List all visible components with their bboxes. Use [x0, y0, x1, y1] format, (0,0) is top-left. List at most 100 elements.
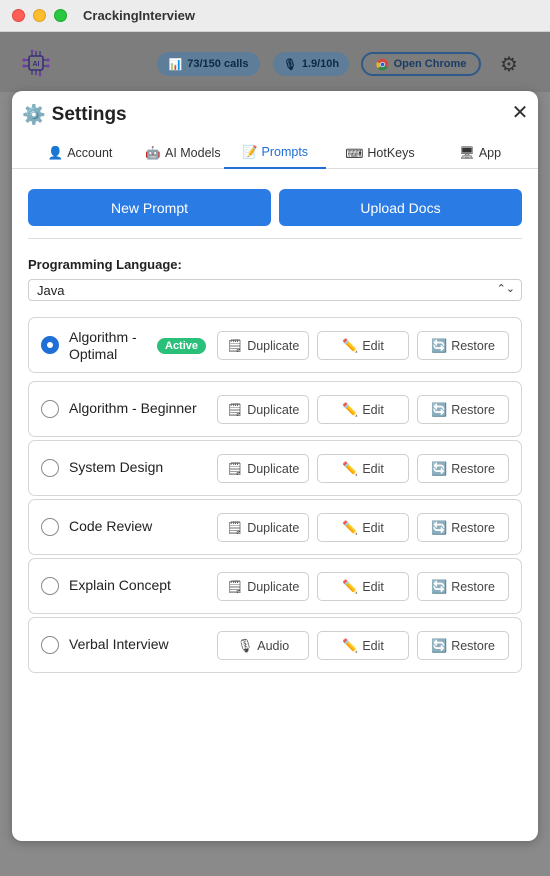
tab-label: AI Models [164, 146, 221, 160]
edit-button[interactable]: ✏️ Edit [317, 454, 409, 483]
prompt-name: Explain Concept [69, 577, 171, 593]
close-icon[interactable]: ✕ [510, 103, 530, 123]
prompt-row-code-review: Code Review 🗒 Duplicate ✏️ Edit 🔄 Restore [28, 499, 522, 555]
microphone-icon: 🎙 [236, 637, 254, 653]
pencil-icon: ✏️ [342, 401, 359, 417]
notepad-icon: 🗒 [226, 401, 244, 417]
edit-button-label: Edit [362, 520, 384, 535]
prompt-row-verbal-interview: Verbal Interview 🎙 Audio ✏️ Edit 🔄 Restore [28, 617, 522, 673]
new-prompt-button[interactable]: New Prompt [28, 189, 271, 226]
selected-language: Java [37, 282, 65, 298]
upload-docs-button[interactable]: Upload Docs [279, 189, 522, 226]
refresh-icon: 🔄 [431, 401, 448, 417]
pencil-icon: ✏️ [342, 519, 359, 535]
prompt-name: Algorithm - Optimal [69, 329, 137, 362]
edit-button-label: Edit [362, 579, 384, 594]
ai-chip-logo-icon: AI [22, 49, 50, 77]
prompt-radio[interactable] [41, 400, 59, 418]
restore-button-label: Restore [451, 520, 495, 535]
restore-button-label: Restore [451, 579, 495, 594]
audio-button-label: Audio [257, 638, 290, 653]
restore-button[interactable]: 🔄 Restore [417, 395, 509, 424]
prompt-radio[interactable] [41, 336, 59, 354]
close-window-button[interactable] [12, 9, 25, 22]
keyboard-icon: ⌨ [345, 146, 364, 161]
divider [28, 238, 522, 239]
duplicate-button-label: Duplicate [247, 579, 300, 594]
duplicate-button-label: Duplicate [247, 402, 300, 417]
modal-header: ⚙️ Settings ✕ [12, 91, 538, 137]
duplicate-button[interactable]: 🗒 Duplicate [217, 331, 309, 360]
restore-button[interactable]: 🔄 Restore [417, 454, 509, 483]
tab-ai-models[interactable]: 🤖 AI Models [130, 137, 236, 169]
pencil-icon: ✏️ [342, 337, 359, 353]
prompt-radio[interactable] [41, 518, 59, 536]
restore-button-label: Restore [451, 402, 495, 417]
duplicate-button[interactable]: 🗒 Duplicate [217, 513, 309, 542]
rate-badge: 🎙 1.9/10h [273, 52, 349, 76]
prompt-name: Algorithm - Beginner [69, 400, 197, 416]
memo-icon: 📝 [241, 144, 258, 159]
refresh-icon: 🔄 [431, 519, 448, 535]
prompt-row-algorithm-optimal: Algorithm - Optimal Active 🗒 Duplicate ✏️ Edi… [28, 317, 522, 373]
edit-button[interactable]: ✏️ Edit [317, 572, 409, 601]
tab-account[interactable]: 👤 Account [30, 137, 130, 169]
edit-button[interactable]: ✏️ Edit [317, 331, 409, 360]
microphone-icon: 🎙 [282, 58, 297, 71]
refresh-icon: 🔄 [431, 460, 448, 476]
prompt-radio[interactable] [41, 577, 59, 595]
restore-button-label: Restore [451, 461, 495, 476]
edit-button[interactable]: ✏️ Edit [317, 395, 409, 424]
zoom-window-button[interactable] [54, 9, 67, 22]
bar-chart-icon: 📊 [168, 58, 183, 71]
tab-label: Prompts [261, 145, 309, 159]
tab-app[interactable]: 🖥 App [432, 137, 528, 169]
edit-button-label: Edit [362, 402, 384, 417]
tab-label: Account [67, 146, 113, 160]
prompt-row-algorithm-beginner: Algorithm - Beginner 🗒 Duplicate ✏️ Edit 🔄 Res… [28, 381, 522, 437]
minimize-window-button[interactable] [33, 9, 46, 22]
pencil-icon: ✏️ [342, 460, 359, 476]
restore-button[interactable]: 🔄 Restore [417, 331, 509, 360]
notepad-icon: 🗒 [226, 578, 244, 594]
prompt-row-system-design: System Design 🗒 Duplicate ✏️ Edit 🔄 Restore [28, 440, 522, 496]
duplicate-button-label: Duplicate [247, 338, 300, 353]
programming-language-label: Programming Language: [28, 257, 182, 272]
restore-button[interactable]: 🔄 Restore [417, 572, 509, 601]
tab-label: HotKeys [367, 146, 415, 160]
tab-prompts[interactable]: 📝 Prompts [224, 137, 326, 169]
edit-button-label: Edit [362, 461, 384, 476]
calls-usage-badge: 📊 73/150 calls [157, 52, 260, 76]
svg-text:AI: AI [33, 61, 40, 68]
prompt-radio[interactable] [41, 459, 59, 477]
duplicate-button-label: Duplicate [247, 520, 300, 535]
robot-icon: 🤖 [145, 145, 161, 160]
user-icon: 👤 [47, 145, 64, 160]
notepad-icon: 🗒 [226, 460, 244, 476]
prompt-name: System Design [69, 459, 164, 475]
settings-title: Settings [51, 104, 127, 125]
refresh-icon: 🔄 [431, 637, 448, 653]
edit-button[interactable]: ✏️ Edit [317, 631, 409, 660]
prompt-name: Verbal Interview [69, 636, 169, 652]
calls-usage-label: 73/150 calls [187, 58, 249, 70]
gear-icon[interactable]: ⚙ [500, 52, 518, 77]
edit-button-label: Edit [362, 638, 384, 653]
duplicate-button[interactable]: 🗒 Duplicate [217, 572, 309, 601]
app-header: AI 📊 73/150 calls 🎙 1.9/10h Open Chrome … [0, 32, 550, 92]
edit-button[interactable]: ✏️ Edit [317, 513, 409, 542]
duplicate-button[interactable]: 🗒 Duplicate [217, 395, 309, 424]
window-controls [12, 9, 67, 22]
edit-button-label: Edit [362, 338, 384, 353]
programming-language-select[interactable]: Java ⌃⌄ [28, 279, 522, 301]
open-chrome-button[interactable]: Open Chrome [361, 52, 481, 76]
window-titlebar: CrackingInterview [0, 0, 550, 32]
restore-button[interactable]: 🔄 Restore [417, 513, 509, 542]
duplicate-button[interactable]: 🗒 Duplicate [217, 454, 309, 483]
tab-hotkeys[interactable]: ⌨ HotKeys [328, 137, 432, 169]
prompt-radio[interactable] [41, 636, 59, 654]
audio-button[interactable]: 🎙 Audio [217, 631, 309, 660]
prompt-row-explain-concept: Explain Concept 🗒 Duplicate ✏️ Edit 🔄 Restore [28, 558, 522, 614]
notepad-icon: 🗒 [226, 337, 244, 353]
restore-button[interactable]: 🔄 Restore [417, 631, 509, 660]
